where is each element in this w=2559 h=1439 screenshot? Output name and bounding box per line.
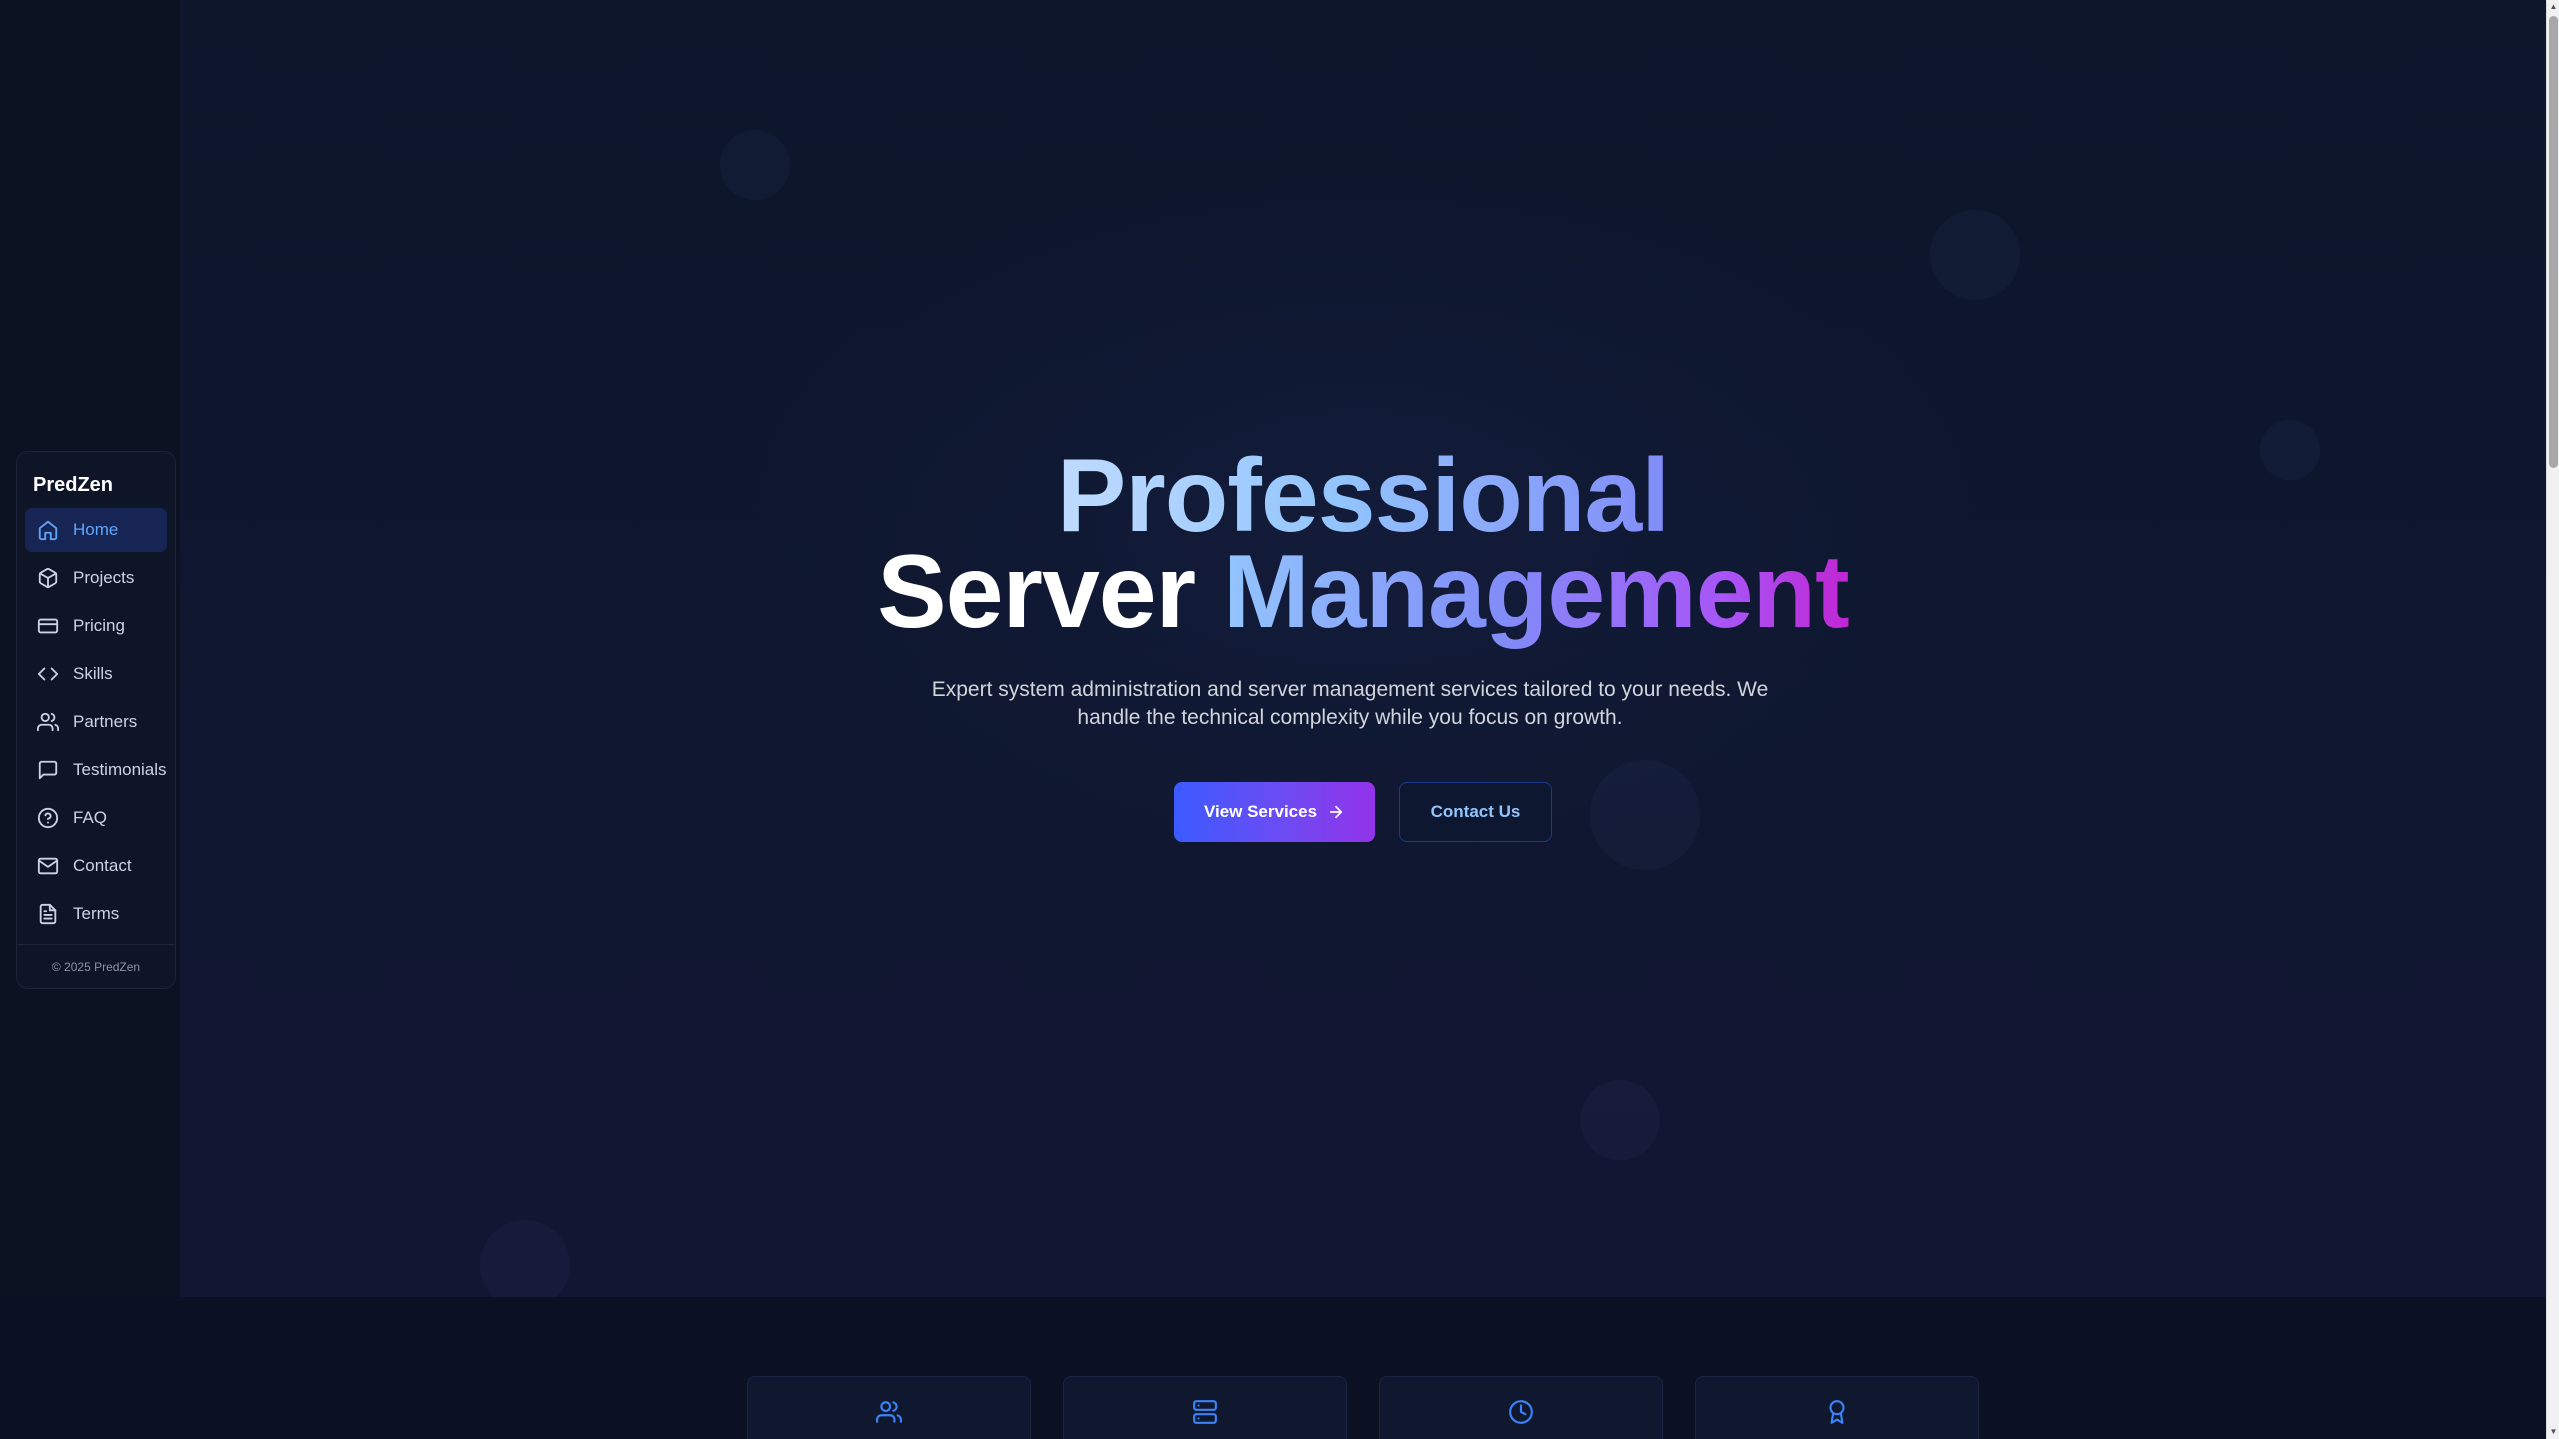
hero-title-line-1: Professional [1056,438,1670,554]
contact-us-button[interactable]: Contact Us [1399,782,1552,842]
sidebar-item-contact[interactable]: Contact [25,844,167,888]
code-icon [37,667,59,681]
sidebar-item-label: Terms [73,904,120,923]
mail-icon [37,857,59,875]
view-services-label: View Services [1203,802,1318,821]
sidebar-item-skills[interactable]: Skills [25,652,167,696]
scroll-up-icon[interactable]: ▲ [2547,0,2559,14]
vertical-scrollbar[interactable]: ▲ ▼ [2546,0,2559,1439]
feature-card-clients [747,1376,1031,1439]
hero-title-line-2-plain: Server [877,534,1224,650]
sidebar-item-label: Contact [73,856,132,875]
sidebar-item-label: Skills [73,664,113,683]
feature-card-uptime [1379,1376,1663,1439]
sidebar-item-terms[interactable]: Terms [25,892,167,936]
background-dot [1580,1080,1660,1160]
background-dot [1930,210,2020,300]
feature-card-experience [1695,1376,1979,1439]
background-dot [720,130,790,200]
hero-title: Professional Server Management [0,438,2559,644]
server-icon [1193,1400,1217,1424]
award-icon [1829,1400,1845,1424]
sidebar-item-label: Testimonials [73,760,167,779]
feature-card-servers [1063,1376,1347,1439]
hero-title-line-2-gradient: Management [1223,534,1850,650]
clock-icon [1509,1400,1533,1424]
file-text-icon [39,903,57,925]
arrow-right-icon [1329,805,1343,819]
scrollbar-thumb[interactable] [2549,16,2558,468]
view-services-button[interactable]: View Services [1174,782,1375,842]
hero-actions: View Services Contact Us [0,782,2559,842]
message-square-icon [38,760,58,780]
sidebar-item-partners[interactable]: Partners [25,700,167,744]
sidebar-copyright: © 2025 PredZen [17,944,175,988]
hero-subtitle: Expert system administration and server … [931,678,1769,729]
users-icon [876,1401,902,1423]
scroll-down-icon[interactable]: ▼ [2547,1425,2559,1439]
sidebar-item-label: Partners [73,712,138,731]
page: PredZen Home Projects Pricing Skills Par… [0,0,2559,1439]
users-icon [37,712,59,732]
